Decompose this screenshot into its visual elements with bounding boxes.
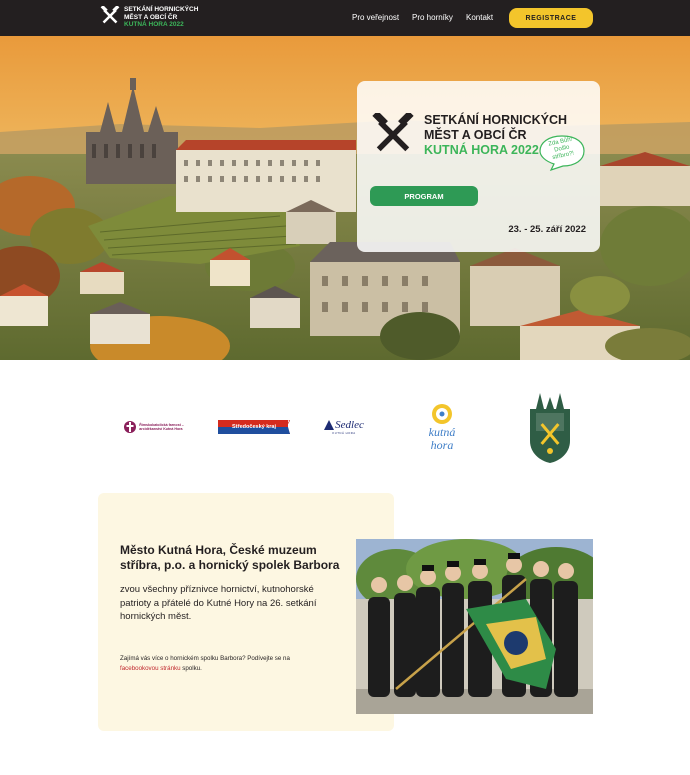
site-logo[interactable]: SETKÁNÍ HORNICKÝCH MĚST A OBCÍ ČR KUTNÁ … xyxy=(100,6,198,29)
region-name: Středočeský kraj xyxy=(231,424,277,430)
parish-name: Římskokatolická farnost – arciděkanství … xyxy=(139,423,184,432)
partner-barbora-shield-logo[interactable] xyxy=(528,391,572,465)
kutna-hora-flower-icon xyxy=(432,404,452,424)
sedlec-subtitle: KUTNÁ HORA xyxy=(332,431,356,435)
sedlec-emblem-icon xyxy=(324,420,335,430)
miners-photo-illustration xyxy=(356,539,593,714)
register-button[interactable]: REGISTRACE xyxy=(509,8,593,28)
event-info-card: SETKÁNÍ HORNICKÝCH MĚST A OBCÍ ČR KUTNÁ … xyxy=(357,81,600,252)
invitation-text: zvou všechny příznivce hornictví, kutnoh… xyxy=(120,584,317,622)
hero-banner: SETKÁNÍ HORNICKÝCH MĚST A OBCÍ ČR KUTNÁ … xyxy=(0,36,690,360)
partner-parish-logo[interactable]: Římskokatolická farnost – arciděkanství … xyxy=(116,419,192,435)
invitation-heading: Město Kutná Hora, České muzeum stříbra, … xyxy=(120,543,340,572)
parish-name-line: arciděkanství Kutná Hora xyxy=(139,427,183,431)
facebook-page-link[interactable]: facebookovou stránku xyxy=(120,665,181,672)
partner-kutna-hora-logo[interactable]: kutná hora xyxy=(422,398,462,456)
kutna-hora-word: hora xyxy=(430,438,454,452)
top-navbar: SETKÁNÍ HORNICKÝCH MĚST A OBCÍ ČR KUTNÁ … xyxy=(0,0,690,36)
barbora-shield-icon xyxy=(530,393,570,463)
logo-line: MĚST A OBCÍ ČR xyxy=(124,13,178,21)
program-button[interactable]: PROGRAM xyxy=(370,186,478,206)
logo-line: KUTNÁ HORA 2022 xyxy=(124,21,184,28)
event-date: 23. - 25. září 2022 xyxy=(508,224,586,235)
logo-line: SETKÁNÍ HORNICKÝCH xyxy=(124,6,199,13)
crossed-hammers-icon xyxy=(100,6,120,24)
event-title-line: SETKÁNÍ HORNICKÝCH xyxy=(424,113,568,127)
barbora-note-suffix: spolku. xyxy=(180,665,202,672)
miners-group-photo xyxy=(356,539,593,714)
nav-link-miners[interactable]: Pro horníky xyxy=(412,13,453,22)
barbora-note: Zajímá vás více o hornickém spolku Barbo… xyxy=(120,654,330,674)
partner-sedlec-logo[interactable]: Sedlec KUTNÁ HORA xyxy=(320,417,368,437)
logo-text: SETKÁNÍ HORNICKÝCH MĚST A OBCÍ ČR KUTNÁ … xyxy=(124,6,198,29)
partner-region-logo[interactable]: Středočeský kraj xyxy=(218,420,290,434)
kutna-hora-wordmark: kutná hora xyxy=(429,426,456,452)
crossed-hammers-icon xyxy=(372,113,414,152)
barbora-note-prefix: Zajímá vás více o hornickém spolku Barbo… xyxy=(120,655,290,662)
nav-link-public[interactable]: Pro veřejnost xyxy=(352,13,399,22)
parish-cross-icon xyxy=(124,421,137,433)
nav-link-contact[interactable]: Kontakt xyxy=(466,13,493,22)
sedlec-name: Sedlec xyxy=(335,419,364,431)
